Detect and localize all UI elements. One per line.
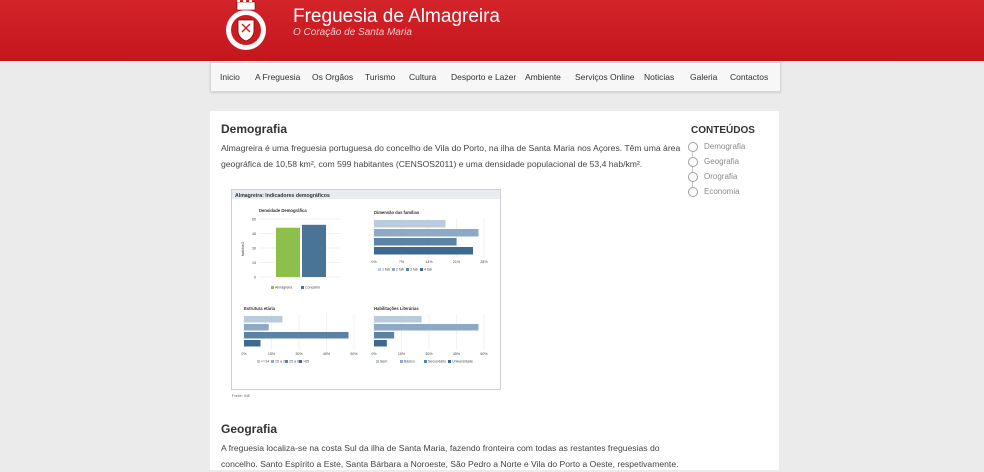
nav-item-os-orgaos[interactable]: Os Orgãos	[312, 72, 353, 82]
toc-bullet-icon	[688, 172, 698, 182]
nav-item-servicos-online[interactable]: Serviços Online	[575, 72, 635, 82]
legend-label: <=14	[261, 360, 269, 364]
legend-label: Básico	[404, 360, 415, 364]
figure-title: Almagreira: Indicadores demográficos	[235, 193, 330, 199]
toc-bullet-icon	[688, 142, 698, 152]
main-navigation: Inicio A Freguesia Os Orgãos Turismo Cul…	[210, 62, 781, 92]
tick-label-x: 45%	[453, 352, 461, 356]
legend-swatch	[406, 268, 409, 271]
toc-label: Geografia	[704, 157, 740, 166]
nav-item-inicio[interactable]: Inicio	[220, 72, 240, 82]
section-title-demografia: Demografia	[221, 122, 288, 136]
tick-label-x: 14%	[425, 260, 433, 264]
toc-label: Economia	[704, 187, 740, 196]
tick-label-x: 7%	[399, 260, 405, 264]
tick-label-x: 15%	[398, 352, 406, 356]
site-header: Freguesia de Almagreira O Coração de San…	[0, 0, 984, 61]
legend-label: >65	[303, 360, 309, 364]
section-text-geografia: A freguesia localiza-se na costa Sul da …	[221, 443, 679, 469]
nav-item-ambiente[interactable]: Ambiente	[525, 72, 561, 82]
tick-label-x: 0%	[371, 260, 377, 264]
bar-2-fab	[374, 229, 479, 237]
legend-swatch	[285, 360, 288, 363]
bar-3-fab	[374, 238, 457, 246]
tick-label-x: 0%	[241, 352, 247, 356]
nav-item-a-freguesia[interactable]: A Freguesia	[255, 72, 300, 82]
main-content: Demografia Almagreira é uma freguesia po…	[210, 111, 779, 470]
legend-swatch	[376, 360, 379, 363]
bar-sem	[374, 316, 422, 323]
legend-label: 2 fab	[396, 268, 404, 272]
legend-swatch	[301, 286, 304, 289]
tick-label-x: 60%	[350, 352, 358, 356]
section-title-geografia: Geografia	[221, 422, 278, 436]
legend-label: 4 fab	[424, 268, 432, 272]
tick-label-x: 15%	[268, 352, 276, 356]
section-text-demografia: Almagreira é uma freguesia portuguesa do…	[221, 143, 681, 169]
axis-label-y: hab/km2	[241, 242, 245, 257]
nav-item-desporto-lazer[interactable]: Desporto e Lazer	[451, 72, 516, 82]
tick-label-y: 0	[254, 275, 256, 279]
tick-label-y: 15	[252, 261, 256, 265]
tick-label-y: 30	[252, 246, 256, 250]
tick-label-x: 60%	[480, 352, 488, 356]
legend-swatch	[271, 286, 274, 289]
nav-item-cultura[interactable]: Cultura	[409, 72, 436, 82]
chart-title: Densidade Demográfica	[259, 208, 307, 213]
legend-swatch	[378, 268, 381, 271]
tick-label-x: 30%	[295, 352, 303, 356]
legend-swatch	[271, 360, 274, 363]
nav-item-contactos[interactable]: Contactos	[730, 72, 768, 82]
demographic-indicators-figure: Almagreira: Indicadores demográficos Fon…	[231, 189, 501, 398]
bar-1-fab	[374, 220, 446, 228]
chart-title: Dimensão das famílias	[374, 210, 420, 215]
site-subtitle: O Coração de Santa Maria	[293, 27, 412, 38]
chart-title: Habilitações Literárias	[374, 306, 419, 311]
legend-swatch	[420, 268, 423, 271]
legend-swatch	[400, 360, 403, 363]
legend-label: 3 fab	[410, 268, 418, 272]
bar-almagreira	[276, 227, 300, 277]
bar-4-fab	[374, 247, 473, 255]
bar-secund-rio	[374, 332, 395, 339]
legend-swatch	[424, 360, 427, 363]
toc-label: Demografia	[704, 142, 746, 151]
legend-label: Secundário	[428, 360, 446, 364]
legend-swatch	[257, 360, 260, 363]
bar-15-a-24	[244, 324, 269, 331]
coat-of-arms-logo[interactable]	[221, 0, 271, 52]
legend-swatch	[392, 268, 395, 271]
legend-swatch	[299, 360, 302, 363]
nav-item-turismo[interactable]: Turismo	[365, 72, 395, 82]
legend-label: Almagreira	[275, 286, 292, 290]
nav-item-noticias[interactable]: Noticias	[644, 72, 674, 82]
legend-label: Universidade	[452, 360, 473, 364]
legend-label: Concelho	[305, 286, 320, 290]
tick-label-x: 28%	[480, 260, 488, 264]
tick-label-x: 0%	[371, 352, 377, 356]
tick-label-y: 45	[252, 232, 256, 236]
bar-concelho	[302, 224, 326, 277]
nav-item-galeria[interactable]: Galeria	[690, 72, 717, 82]
tick-label-x: 21%	[453, 260, 461, 264]
tick-label-x: 45%	[323, 352, 331, 356]
bar-25-a-65	[244, 332, 349, 339]
legend-swatch	[448, 360, 451, 363]
sidebar-title: CONTEÚDOS	[691, 125, 755, 136]
legend-label: Sem	[380, 360, 387, 364]
toc-bullet-icon	[688, 187, 698, 197]
tick-label-y: 60	[252, 217, 256, 221]
tick-label-x: 30%	[425, 352, 433, 356]
toc-label: Orografia	[704, 172, 738, 181]
site-title[interactable]: Freguesia de Almagreira	[293, 6, 500, 28]
bar-universidade	[374, 340, 387, 347]
bar--14	[244, 316, 283, 323]
legend-label: 1 fab	[382, 268, 390, 272]
figure-source: Fonte: INE	[232, 394, 251, 398]
bar--65	[244, 340, 261, 347]
toc-bullet-icon	[688, 157, 698, 167]
bar-b-sico	[374, 324, 479, 331]
chart-title: Estrutura etária	[244, 306, 276, 311]
